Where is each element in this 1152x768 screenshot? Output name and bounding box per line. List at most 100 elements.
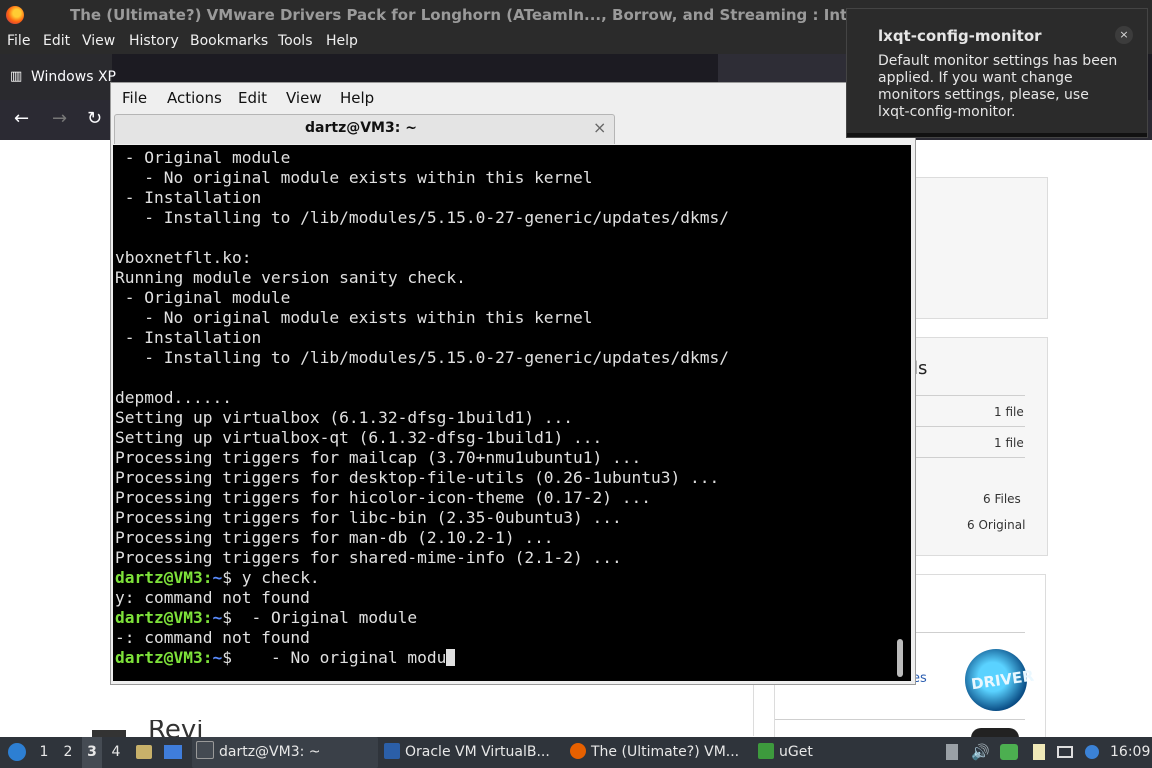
firefox-logo-icon — [6, 6, 24, 24]
uget-icon — [758, 743, 774, 759]
prompt-separator: : — [202, 648, 213, 667]
menu-bookmarks[interactable]: Bookmarks — [190, 30, 268, 52]
terminal-lines: - Original module - No original module e… — [115, 148, 729, 668]
terminal-line: depmod...... — [115, 388, 232, 407]
page-icon: ▥ — [10, 69, 23, 84]
clipboard-icon[interactable] — [944, 737, 960, 768]
terminal-menubar: File Actions Edit View Help — [111, 83, 915, 113]
menu-file[interactable]: File — [7, 30, 30, 52]
task-virtualbox[interactable]: Oracle VM VirtualB... — [380, 737, 564, 768]
terminal-line: Processing triggers for mailcap (3.70+nm… — [115, 448, 642, 467]
close-tab-icon[interactable]: × — [593, 118, 606, 137]
prompt-directory: ~ — [212, 648, 223, 667]
prompt-user: dartz@VM3 — [115, 568, 203, 587]
menu-view[interactable]: View — [82, 30, 115, 52]
terminal-line: - Original module — [115, 288, 291, 307]
close-icon[interactable]: × — [1115, 26, 1133, 44]
terminal-line: - No original module exists within this … — [115, 308, 593, 327]
prompt-separator: : — [202, 568, 213, 587]
terminal-icon — [196, 741, 214, 759]
divider — [913, 426, 1025, 427]
reload-icon[interactable]: ↻ — [87, 108, 102, 129]
prompt-user: dartz@VM3 — [115, 648, 203, 667]
show-desktop-icon[interactable] — [162, 737, 184, 768]
text-cursor — [446, 649, 456, 666]
divider — [913, 632, 1025, 633]
row-value: 6 Original — [967, 518, 1026, 532]
prompt-symbol: $ — [222, 648, 232, 667]
term-menu-actions[interactable]: Actions — [167, 89, 222, 107]
network-icon[interactable] — [1055, 737, 1075, 768]
term-menu-help[interactable]: Help — [340, 89, 374, 107]
task-firefox[interactable]: The (Ultimate?) VM... — [566, 737, 752, 768]
notification-footer — [847, 133, 1147, 137]
info-icon[interactable] — [1083, 737, 1101, 768]
terminal-line: Processing triggers for desktop-file-uti… — [115, 468, 720, 487]
terminal-line: Running module version sanity check. — [115, 268, 466, 287]
terminal-line: - Installation — [115, 328, 262, 347]
file-manager-icon[interactable] — [134, 737, 154, 768]
terminal-prompt-line: dartz@VM3:~$ y check. — [115, 568, 729, 588]
page-card-files: ls 1 file 1 file 6 Files 6 Original — [912, 337, 1048, 556]
prompt-separator: : — [202, 608, 213, 627]
clock[interactable]: 16:09 — [1110, 737, 1150, 768]
workspace-3[interactable]: 3 — [82, 737, 102, 768]
driver-badge-image: DRIVER — [965, 649, 1035, 711]
notes-icon[interactable] — [1030, 737, 1048, 768]
divider — [913, 457, 1025, 458]
prompt-symbol: $ — [222, 608, 232, 627]
terminal-line: Setting up virtualbox-qt (6.1.32-dfsg-1b… — [115, 428, 603, 447]
terminal-line: Setting up virtualbox (6.1.32-dfsg-1buil… — [115, 408, 574, 427]
menu-help[interactable]: Help — [326, 30, 358, 52]
row-value: 1 file — [994, 436, 1024, 450]
uget-tray-icon[interactable] — [998, 737, 1020, 768]
page-divider — [753, 684, 754, 736]
terminal-line: Processing triggers for man-db (2.10.2-1… — [115, 528, 554, 547]
row-value: 1 file — [994, 405, 1024, 419]
heading-icon — [92, 730, 126, 737]
browser-tab[interactable]: ▥ Windows XP — [0, 54, 116, 100]
terminal-prompt-line: dartz@VM3:~$ - Original module — [115, 608, 729, 628]
workspace-2[interactable]: 2 — [58, 737, 78, 768]
typed-command: - Original module — [231, 608, 418, 627]
prompt-directory: ~ — [212, 608, 223, 627]
browser-window-title: The (Ultimate?) VMware Drivers Pack for … — [70, 6, 865, 24]
browser-tab-label: Windows XP — [31, 69, 116, 85]
menu-tools[interactable]: Tools — [278, 30, 313, 52]
task-uget[interactable]: uGet — [754, 737, 838, 768]
workspace-4[interactable]: 4 — [106, 737, 126, 768]
badge-text: DRIVER — [970, 666, 1035, 694]
terminal-window: File Actions Edit View Help dartz@VM3: ~… — [110, 82, 916, 685]
terminal-prompt-line: dartz@VM3:~$ - No original modu — [115, 648, 729, 668]
typed-command: y check. — [231, 568, 320, 587]
notification-title: lxqt-config-monitor — [878, 27, 1042, 45]
row-value: 6 Files — [983, 492, 1021, 506]
terminal-output[interactable]: - Original module - No original module e… — [113, 145, 911, 681]
forward-icon[interactable]: → — [52, 108, 67, 129]
divider — [775, 719, 1025, 720]
term-menu-file[interactable]: File — [122, 89, 147, 107]
terminal-line: - Original module — [115, 148, 291, 167]
workspace-1[interactable]: 1 — [34, 737, 54, 768]
section-heading: Revi — [148, 720, 204, 737]
terminal-line: Processing triggers for hicolor-icon-the… — [115, 488, 652, 507]
firefox-icon — [570, 743, 586, 759]
terminal-line: Processing triggers for libc-bin (2.35-0… — [115, 508, 622, 527]
menu-history[interactable]: History — [129, 30, 179, 52]
terminal-tab[interactable]: dartz@VM3: ~ × — [114, 114, 615, 144]
back-icon[interactable]: ← — [14, 108, 29, 129]
term-menu-view[interactable]: View — [286, 89, 322, 107]
taskbar: 1 2 3 4 dartz@VM3: ~ Oracle VM VirtualB.… — [0, 737, 1152, 768]
app-menu-icon[interactable] — [4, 737, 30, 768]
prompt-symbol: $ — [222, 568, 232, 587]
task-terminal[interactable]: dartz@VM3: ~ — [192, 737, 378, 768]
term-menu-edit[interactable]: Edit — [238, 89, 267, 107]
virtualbox-icon — [384, 743, 400, 759]
menu-edit[interactable]: Edit — [43, 30, 70, 52]
notification-popup[interactable]: lxqt-config-monitor × Default monitor se… — [846, 8, 1148, 138]
divider — [913, 395, 1025, 396]
volume-icon[interactable]: 🔊 — [971, 737, 991, 768]
terminal-scrollbar[interactable] — [897, 639, 903, 677]
